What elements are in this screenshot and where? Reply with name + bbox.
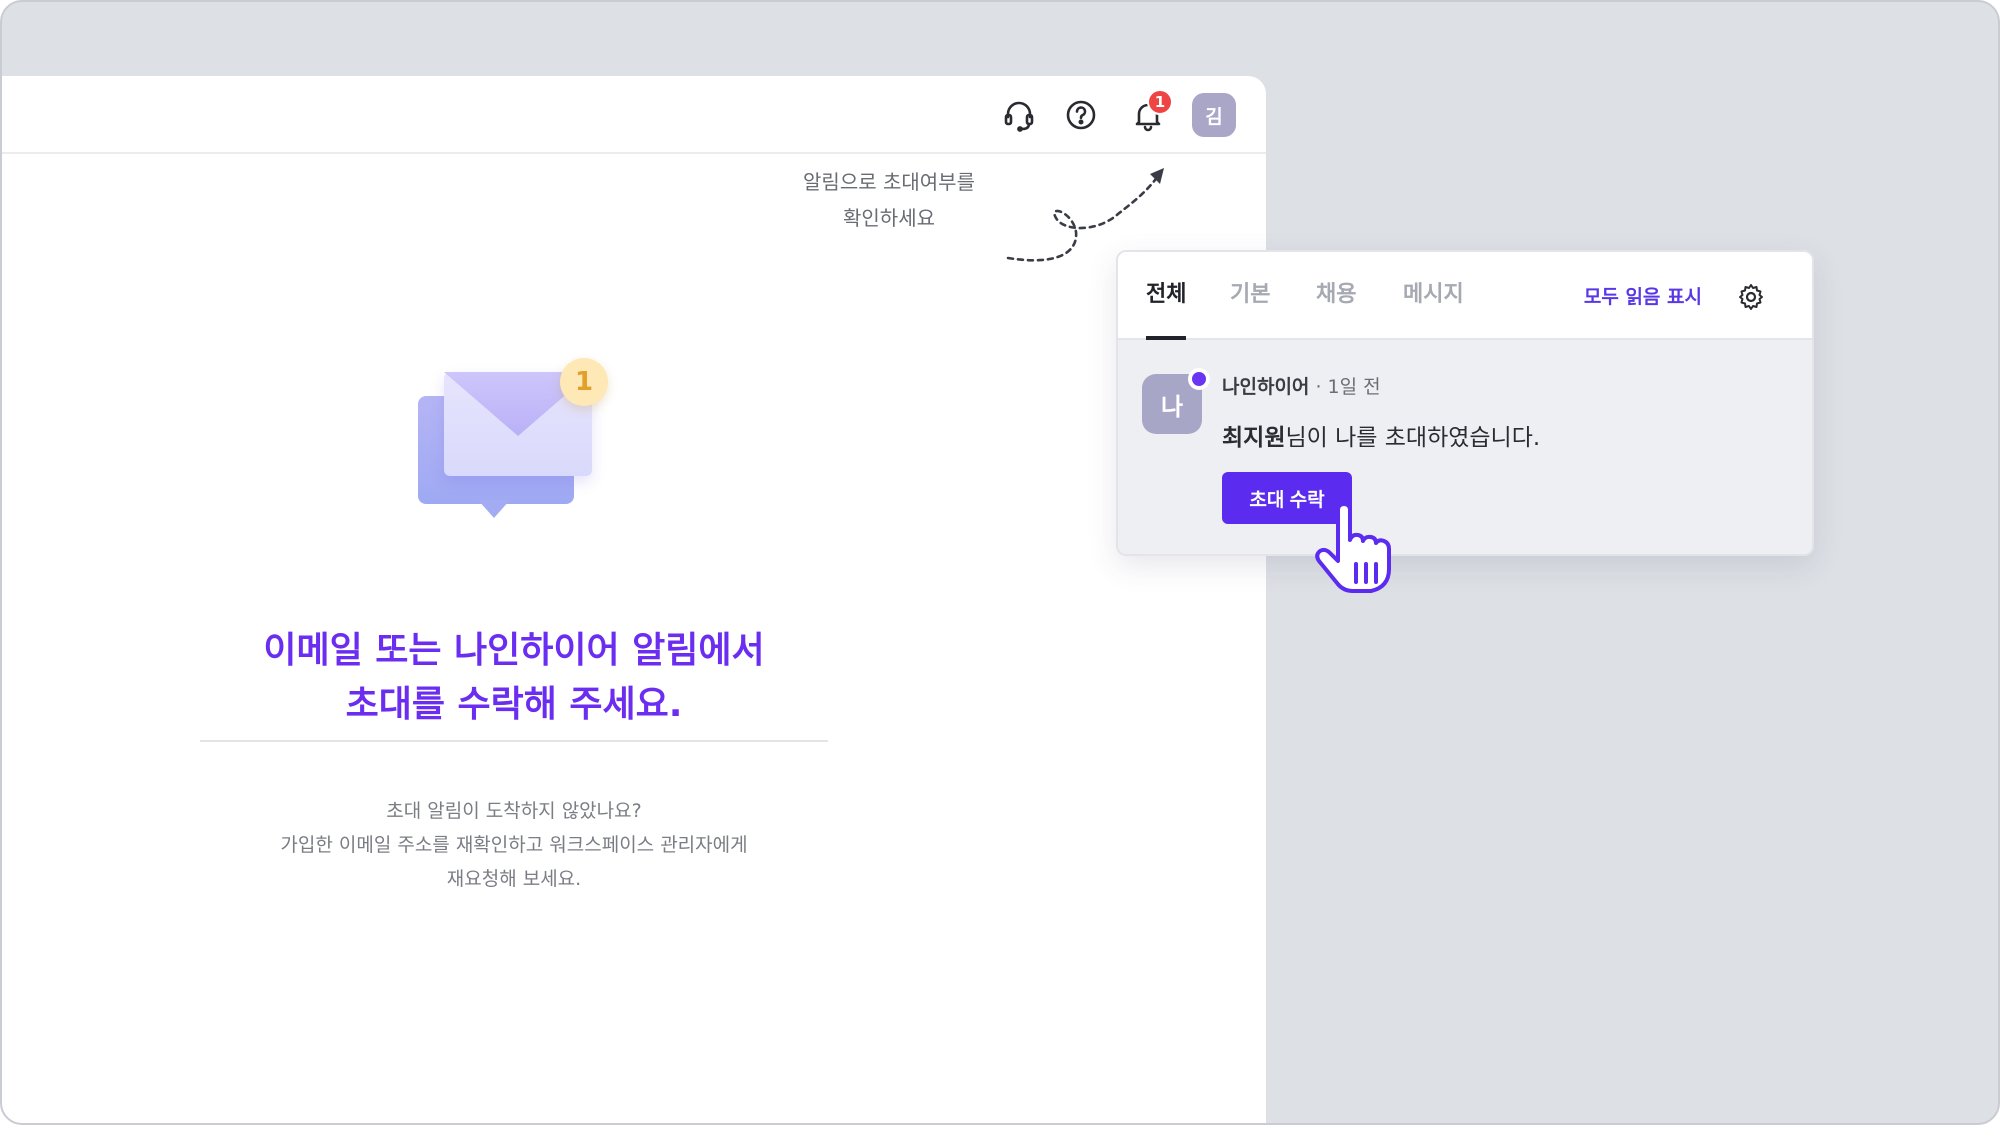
top-bar: 1 김 — [2, 76, 1266, 154]
headline-line-2: 초대를 수락해 주세요. — [345, 684, 683, 725]
hint-annotation: 알림으로 초대여부를 확인하세요 — [744, 164, 1034, 236]
tab-all[interactable]: 전체 — [1146, 276, 1187, 340]
message-text: 님이 나를 초대하였습니다. — [1285, 425, 1541, 451]
help-line-2: 가입한 이메일 주소를 재확인하고 워크스페이스 관리자에게 — [280, 834, 748, 856]
chat-bubble-tail — [478, 500, 510, 518]
inviter-name: 최지원 — [1222, 425, 1286, 451]
unread-dot — [1188, 368, 1210, 390]
notification-meta: 나인하이어 · 1일 전 — [1222, 372, 1381, 399]
tab-basic[interactable]: 기본 — [1230, 276, 1270, 340]
page-headline: 이메일 또는 나인하이어 알림에서 초대를 수락해 주세요. — [158, 624, 870, 732]
notification-panel: 전체 기본 채용 메시지 모두 읽음 표시 나 나인하이어 · 1일 전 최지원… — [1116, 250, 1814, 556]
notification-panel-header: 전체 기본 채용 메시지 모두 읽음 표시 — [1118, 252, 1812, 340]
headset-icon[interactable] — [997, 93, 1041, 137]
tab-recruiting[interactable]: 채용 — [1316, 276, 1356, 340]
tab-messages[interactable]: 메시지 — [1403, 276, 1464, 340]
headline-line-1: 이메일 또는 나인하이어 알림에서 — [263, 630, 765, 671]
mark-all-read-button[interactable]: 모두 읽음 표시 — [1584, 282, 1702, 309]
meta-separator: · — [1315, 376, 1322, 398]
hint-line-1: 알림으로 초대여부를 — [803, 170, 975, 194]
hint-line-2: 확인하세요 — [843, 206, 935, 230]
help-line-1: 초대 알림이 도착하지 않았나요? — [386, 800, 642, 822]
gear-icon[interactable] — [1736, 282, 1766, 312]
help-text: 초대 알림이 도착하지 않았나요? 가입한 이메일 주소를 재확인하고 워크스페… — [158, 794, 870, 896]
stage-backdrop: 1 김 1 이메일 또는 나인하이어 알림에서 초대를 수락해 주세요. 초대 … — [0, 0, 2000, 1125]
sender-name: 나인하이어 — [1222, 376, 1310, 398]
hand-pointer-icon — [1315, 502, 1391, 593]
help-circle-icon[interactable] — [1059, 93, 1103, 137]
notification-message: 최지원님이 나를 초대하였습니다. — [1222, 418, 1540, 452]
notification-time: 1일 전 — [1327, 376, 1381, 398]
help-line-3: 재요청해 보세요. — [446, 868, 582, 890]
notification-count-badge: 1 — [1147, 89, 1173, 115]
envelope-count-badge: 1 — [560, 358, 608, 406]
envelope-illustration: 1 — [412, 358, 622, 542]
user-avatar[interactable]: 김 — [1192, 93, 1236, 137]
divider — [200, 740, 828, 742]
